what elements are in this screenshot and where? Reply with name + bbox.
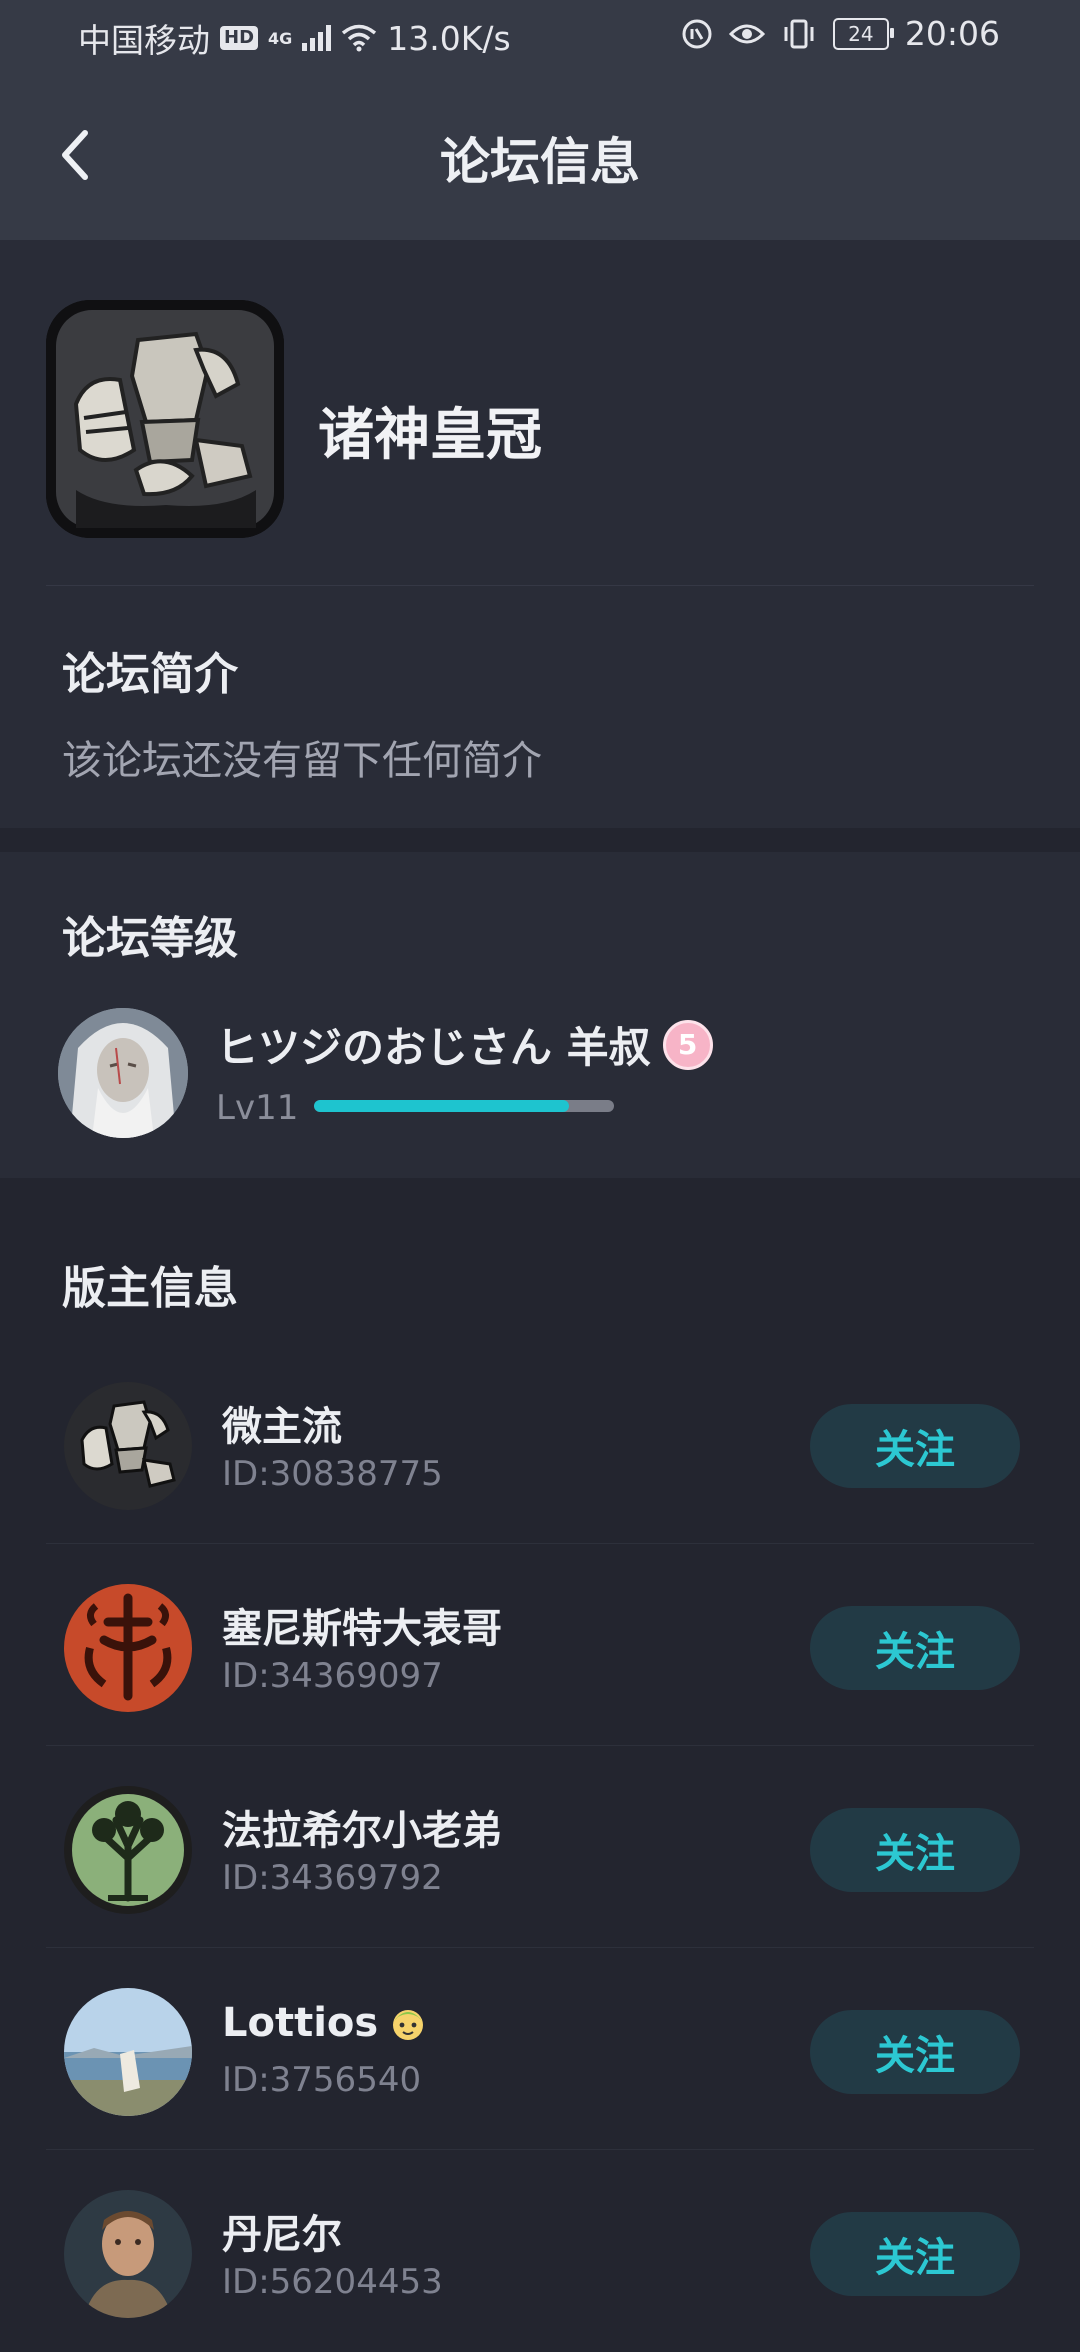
moderator-name: 丹尼尔	[222, 2212, 342, 2258]
tree-emblem-icon	[64, 1786, 192, 1914]
moderators-title: 版主信息	[62, 1263, 238, 1314]
sword-emblem-icon	[64, 1584, 192, 1712]
moderator-name: Lottios	[222, 2000, 379, 2046]
moderator-name-wrap: Lottios	[222, 2000, 428, 2046]
moderator-id: ID:34369097	[222, 1656, 443, 1696]
intro-text: 该论坛还没有留下任何简介	[62, 738, 542, 784]
battery-icon: 24	[832, 17, 894, 50]
moderator-avatar[interactable]	[64, 1584, 192, 1712]
carrier-label: 中国移动	[78, 21, 210, 60]
network-type: 4G	[268, 28, 293, 48]
level-progress-bar	[314, 1100, 614, 1112]
eye-icon	[728, 24, 765, 43]
follow-button[interactable]: 关注	[810, 1404, 1020, 1488]
moderator-row[interactable]: Lottios ID:3756540 关注	[0, 1948, 1080, 2150]
avatar	[58, 1008, 188, 1138]
landscape-avatar-icon	[64, 1988, 192, 2116]
wifi-icon	[342, 24, 377, 52]
moderator-avatar[interactable]	[64, 2190, 192, 2318]
level-title: 论坛等级	[62, 913, 238, 964]
page-title: 论坛信息	[440, 133, 640, 191]
vibrate-icon	[784, 19, 814, 48]
level-label: Lv11	[216, 1088, 299, 1128]
top-bar: 中国移动 HD 4G 13.0K/s 24 20:06 论坛信息	[0, 0, 1080, 240]
moderator-id: ID:30838775	[222, 1454, 443, 1494]
moderator-id: ID:34369792	[222, 1858, 443, 1898]
data-saver-icon	[682, 19, 712, 48]
intro-title: 论坛简介	[62, 649, 238, 700]
clock: 20:06	[904, 14, 1000, 53]
level-badge-icon: 5	[662, 1019, 713, 1070]
moderator-id: ID:3756540	[222, 2060, 422, 2100]
moderator-avatar[interactable]	[64, 1382, 192, 1510]
moderator-row[interactable]: 法拉希尔小老弟 ID:34369792 关注	[0, 1746, 1080, 1948]
status-right: 24 20:06	[681, 14, 1000, 53]
forum-avatar[interactable]	[46, 300, 284, 538]
moderator-id: ID:56204453	[222, 2262, 443, 2302]
battery-level: 24	[848, 21, 874, 46]
forum-name: 诸神皇冠	[318, 403, 542, 468]
moderator-avatar[interactable]	[64, 1988, 192, 2116]
armor-icon	[64, 1382, 192, 1510]
status-left: 中国移动 HD 4G 13.0K/s	[78, 14, 511, 62]
moderator-name: 微主流	[222, 1404, 342, 1450]
forum-level-card: 论坛等级 ヒツジのおじさん 羊叔 5 Lv11	[0, 852, 1080, 1178]
moderator-avatar[interactable]	[64, 1786, 192, 1914]
moderator-row[interactable]: 丹尼尔 ID:56204453 关注	[0, 2150, 1080, 2352]
signal-icon	[302, 25, 332, 51]
portrait-avatar-icon	[64, 2190, 192, 2318]
moderator-name: 塞尼斯特大表哥	[222, 1606, 502, 1652]
follow-button[interactable]: 关注	[810, 1808, 1020, 1892]
moderator-name: 法拉希尔小老弟	[222, 1808, 502, 1854]
emoji-icon	[393, 2010, 424, 2040]
divider	[46, 585, 1034, 586]
status-bar: 中国移动 HD 4G 13.0K/s 24 20:06	[0, 0, 1080, 76]
moderators-section: 版主信息 微主流 ID:30838775 关注 塞尼斯特大表哥 ID:34369…	[0, 1202, 1080, 2340]
forum-info-card: 诸神皇冠 论坛简介 该论坛还没有留下任何简介	[0, 240, 1080, 828]
follow-button[interactable]: 关注	[810, 2010, 1020, 2094]
nav-bar: 论坛信息	[0, 100, 1080, 210]
moderator-row[interactable]: 塞尼斯特大表哥 ID:34369097 关注	[0, 1544, 1080, 1746]
level-user-name: ヒツジのおじさん 羊叔	[216, 1023, 651, 1072]
level-user-avatar[interactable]	[58, 1008, 188, 1138]
moderator-row[interactable]: 微主流 ID:30838775 关注	[0, 1342, 1080, 1544]
follow-button[interactable]: 关注	[810, 2212, 1020, 2296]
follow-button[interactable]: 关注	[810, 1606, 1020, 1690]
hd-icon: HD	[220, 26, 259, 50]
level-progress-fill	[314, 1100, 569, 1112]
network-speed: 13.0K/s	[387, 18, 511, 58]
level-user: ヒツジのおじさん 羊叔 5	[216, 1014, 713, 1075]
armor-icon	[46, 300, 284, 538]
